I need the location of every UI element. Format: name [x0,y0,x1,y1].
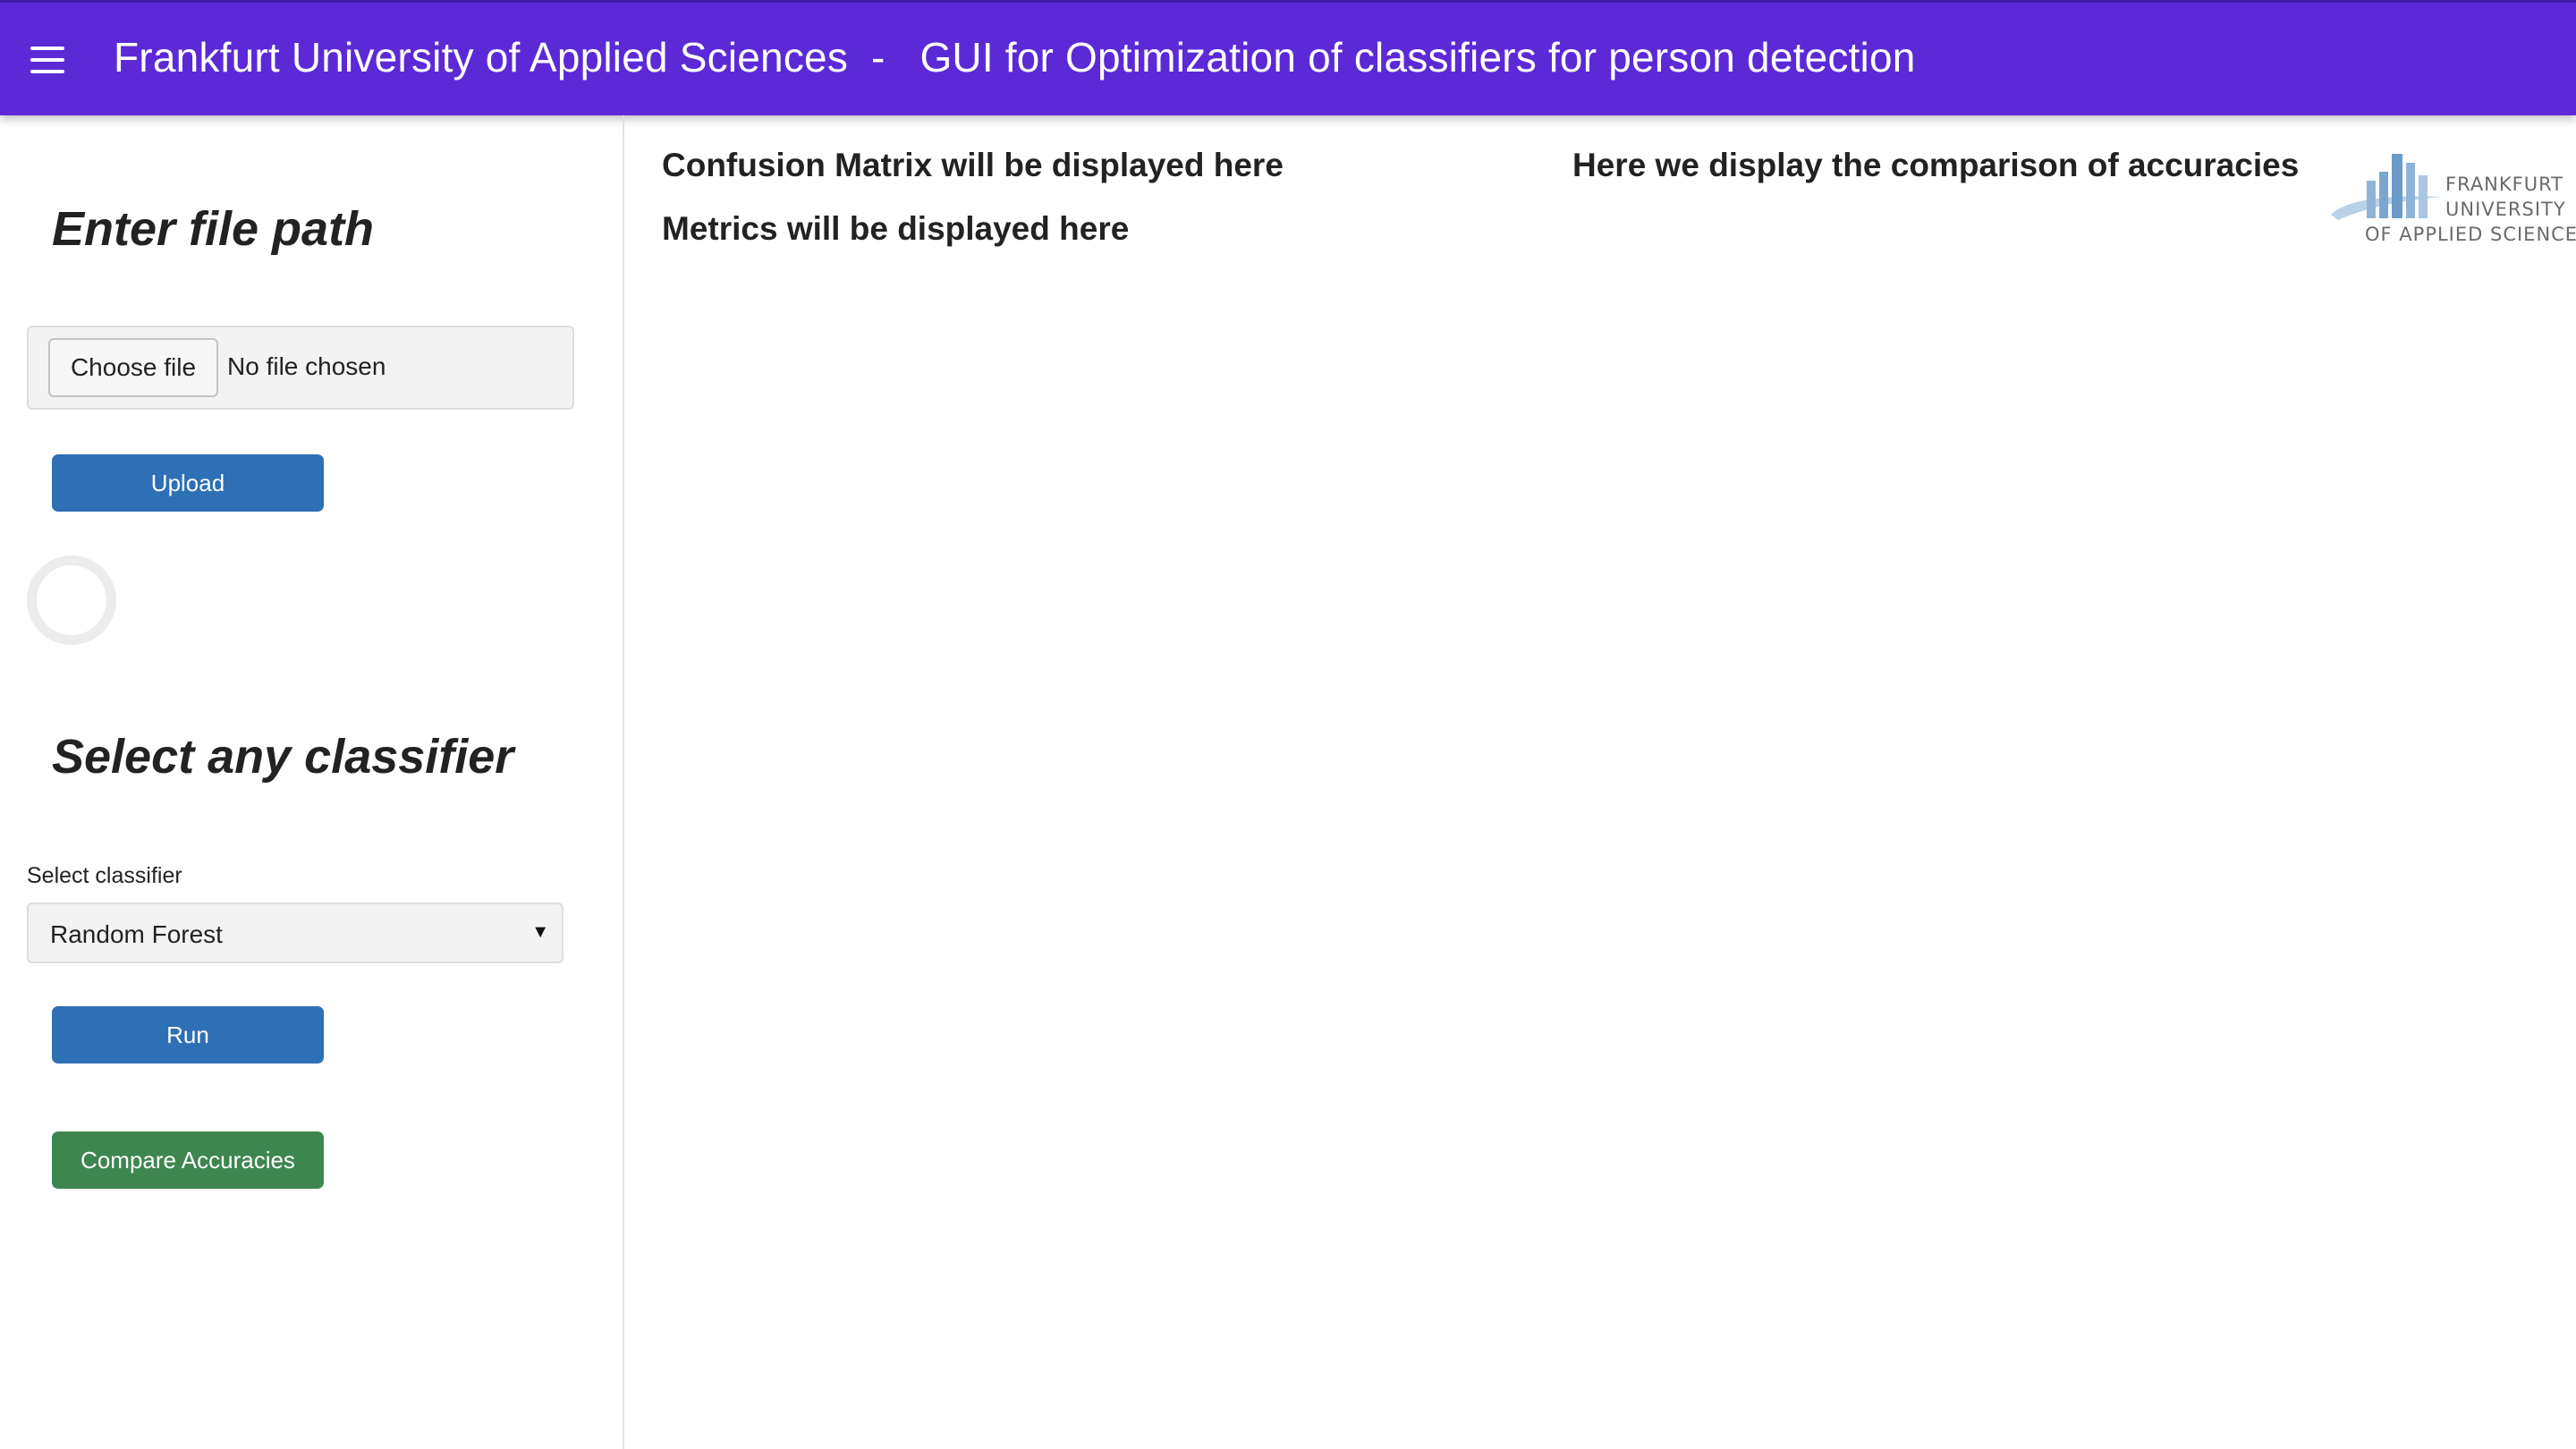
metrics-placeholder: Metrics will be displayed here [662,210,1130,247]
hamburger-menu-icon[interactable] [30,45,68,75]
file-section-heading: Enter file path [52,202,375,256]
classifier-select-value: Random Forest [50,920,223,948]
file-input[interactable]: Choose file No file chosen [27,326,574,410]
confusion-matrix-placeholder: Confusion Matrix will be displayed here [662,147,1284,183]
menu-line [30,70,64,73]
logo-line-3: OF APPLIED SCIENCES [2365,224,2576,245]
choose-file-button[interactable]: Choose file [48,338,218,397]
university-logo: FRANKFURT UNIVERSITY OF APPLIED SCIENCES [2326,150,2576,250]
accuracy-comparison-placeholder: Here we display the comparison of accura… [1572,147,2300,183]
logo-line-2: UNIVERSITY [2445,199,2566,220]
menu-line [30,58,64,62]
app-bar: Frankfurt University of Applied Sciences… [0,0,2576,115]
run-button[interactable]: Run [52,1006,324,1063]
app-title: Frankfurt University of Applied Sciences… [114,34,1916,80]
classifier-section-heading: Select any classifier [52,730,514,784]
dropdown-arrow-icon: ▼ [531,922,549,942]
classifier-select[interactable]: Random Forest ▼ [27,902,564,963]
menu-line [30,47,64,50]
compare-accuracies-button[interactable]: Compare Accuracies [52,1131,324,1189]
select-classifier-label: Select classifier [27,863,182,888]
sidebar: Enter file path Choose file No file chos… [0,115,624,1449]
loading-spinner-icon [27,555,116,645]
logo-line-1: FRANKFURT [2445,174,2564,195]
file-status-text: No file chosen [227,352,386,380]
upload-button[interactable]: Upload [52,454,324,512]
